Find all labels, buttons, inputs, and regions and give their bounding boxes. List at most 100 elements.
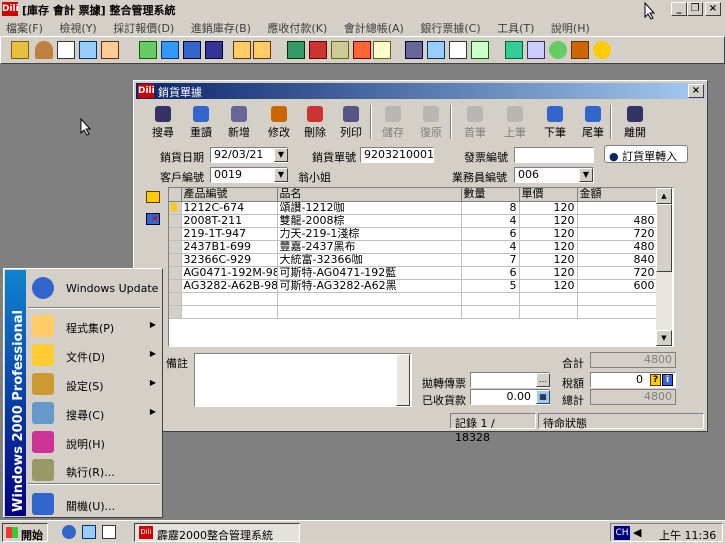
tool-exit-icon[interactable] — [571, 41, 589, 59]
restore-button[interactable]: ❐ — [687, 2, 703, 16]
table-cell[interactable] — [181, 292, 278, 306]
menu-receivables[interactable]: 應收付款(K) — [267, 22, 327, 35]
tool-stock2-icon[interactable] — [253, 41, 271, 59]
tool-account-icon[interactable] — [287, 41, 305, 59]
received-calc-icon[interactable]: ▦ — [536, 390, 550, 404]
start-menu-item-documents[interactable]: 文件(D) ▶ — [26, 340, 162, 370]
tool-stock-icon[interactable] — [233, 41, 251, 59]
row-indicator[interactable] — [169, 201, 182, 215]
column-header[interactable]: 單價 — [519, 188, 578, 202]
remark-scrollbar[interactable] — [396, 354, 410, 406]
table-cell[interactable]: 120 — [519, 227, 578, 241]
menu-bank[interactable]: 銀行票據(C) — [420, 22, 480, 35]
column-header[interactable]: 產品編號 — [181, 188, 278, 202]
table-row[interactable]: 1212C-674 頌讚-1212咖 8 120 — [169, 201, 658, 215]
sale-no-field[interactable]: 9203210001 — [360, 147, 434, 163]
toolbar-button-delete[interactable]: 刪除 — [296, 103, 334, 141]
scroll-down-icon[interactable]: ▼ — [656, 330, 672, 346]
table-row[interactable]: AG3282-A62B-987 可斯特-AG3282-A62黑 5 120 600 — [169, 279, 658, 293]
table-cell[interactable] — [577, 201, 658, 215]
menu-ledger[interactable]: 會計總帳(A) — [344, 22, 404, 35]
tool-user-icon[interactable] — [35, 41, 53, 59]
table-cell[interactable]: 6 — [461, 227, 520, 241]
table-cell[interactable]: 600 — [577, 279, 658, 293]
start-menu-item-windows-update[interactable]: Windows Update — [26, 273, 162, 303]
minimize-button[interactable]: _ — [671, 2, 687, 16]
tool-pay-icon[interactable] — [309, 41, 327, 59]
row-indicator[interactable] — [169, 253, 182, 267]
scroll-up-icon[interactable]: ▲ — [656, 188, 672, 204]
menu-file[interactable]: 檔案(F) — [6, 22, 43, 35]
table-cell[interactable]: 可斯特-AG3282-A62黑 — [277, 279, 462, 293]
table-cell[interactable]: 頌讚-1212咖 — [277, 201, 462, 215]
row-indicator[interactable] — [169, 279, 182, 293]
tool-refresh-icon[interactable] — [549, 41, 567, 59]
tool-check-icon[interactable] — [427, 41, 445, 59]
row-indicator[interactable] — [169, 305, 182, 319]
menu-view[interactable]: 檢視(Y) — [59, 22, 96, 35]
toolbar-button-reload[interactable]: 重讀 — [182, 103, 220, 141]
sale-date-dropdown-icon[interactable]: ▼ — [274, 148, 288, 162]
quicklaunch-desktop-icon[interactable] — [102, 525, 116, 539]
tool-edit-icon[interactable] — [139, 41, 157, 59]
toolbar-button-print[interactable]: 列印 — [332, 103, 370, 141]
sales-close-button[interactable]: × — [688, 84, 704, 98]
invoice-field[interactable] — [514, 147, 594, 163]
tool-calculator-icon[interactable] — [505, 41, 523, 59]
table-cell[interactable] — [181, 305, 278, 319]
volume-icon[interactable]: ◀ — [633, 527, 645, 539]
tax-info-icon[interactable]: i — [662, 374, 673, 386]
table-cell[interactable]: 4 — [461, 240, 520, 254]
transfer-browse-icon[interactable]: … — [536, 373, 550, 387]
task-button[interactable]: Dili 霹靂2000整合管理系統 — [134, 523, 300, 542]
start-menu-item-run[interactable]: 執行(R)... — [26, 455, 162, 485]
quicklaunch-explorer-icon[interactable] — [82, 525, 96, 539]
remark-field[interactable] — [194, 353, 412, 407]
table-cell[interactable]: 可斯特-AG0471-192藍 — [277, 266, 462, 280]
menu-purchase[interactable]: 採訂報價(D) — [113, 22, 174, 35]
app-title-bar[interactable]: Dili [庫存 會計 票據] 整合管理系統 _ ❐ × — [0, 0, 725, 18]
table-cell[interactable]: 480 — [577, 214, 658, 228]
tool-transfer-icon[interactable] — [183, 41, 201, 59]
row-indicator[interactable] — [169, 214, 182, 228]
table-cell[interactable] — [577, 292, 658, 306]
table-cell[interactable]: AG3282-A62B-987 — [181, 279, 278, 293]
table-cell[interactable]: 2008T-211 — [181, 214, 278, 228]
table-cell[interactable]: 大統富-32366咖 — [277, 253, 462, 267]
start-menu-item-help[interactable]: 說明(H) — [26, 427, 162, 457]
grid-scrollbar[interactable]: ▲ ▼ — [656, 188, 672, 346]
toolbar-button-exit[interactable]: 離開 — [616, 103, 654, 141]
table-row[interactable]: 2437B1-699 豐嘉-2437黑布 4 120 480 — [169, 240, 658, 254]
table-cell[interactable] — [519, 305, 578, 319]
sales-window-title-bar[interactable]: Dili 銷貨單據 × — [136, 83, 705, 99]
table-cell[interactable] — [277, 292, 462, 306]
close-button[interactable]: × — [705, 2, 721, 16]
tool-calendar-icon[interactable] — [57, 41, 75, 59]
row-indicator[interactable] — [169, 292, 182, 306]
column-header[interactable]: 金額 — [577, 188, 658, 202]
table-row[interactable]: 219-1T-947 力天-219-1淺棕 6 120 720 — [169, 227, 658, 241]
table-cell[interactable]: 1212C-674 — [181, 201, 278, 215]
start-menu-item-shutdown[interactable]: 關機(U)... — [26, 489, 162, 519]
table-cell[interactable]: 豐嘉-2437黑布 — [277, 240, 462, 254]
tool-ledger-icon[interactable] — [373, 41, 391, 59]
start-button[interactable]: 開始 — [2, 523, 48, 542]
table-cell[interactable]: 480 — [577, 240, 658, 254]
tool-bank-icon[interactable] — [405, 41, 423, 59]
tool-chart-icon[interactable] — [353, 41, 371, 59]
table-cell[interactable]: 219-1T-947 — [181, 227, 278, 241]
table-cell[interactable]: AG0471-192M-987 — [181, 266, 278, 280]
table-row[interactable] — [169, 292, 658, 306]
table-row[interactable] — [169, 305, 658, 319]
table-cell[interactable]: 雙龍-2008棕 — [277, 214, 462, 228]
table-cell[interactable] — [277, 305, 462, 319]
tool-grid-icon[interactable] — [527, 41, 545, 59]
table-cell[interactable]: 32366C-929 — [181, 253, 278, 267]
tool-clipboard-icon[interactable] — [101, 41, 119, 59]
table-cell[interactable] — [577, 305, 658, 319]
insert-row-icon[interactable] — [146, 191, 160, 203]
table-cell[interactable]: 840 — [577, 253, 658, 267]
tool-balance-icon[interactable] — [331, 41, 349, 59]
table-cell[interactable]: 力天-219-1淺棕 — [277, 227, 462, 241]
table-cell[interactable]: 120 — [519, 279, 578, 293]
